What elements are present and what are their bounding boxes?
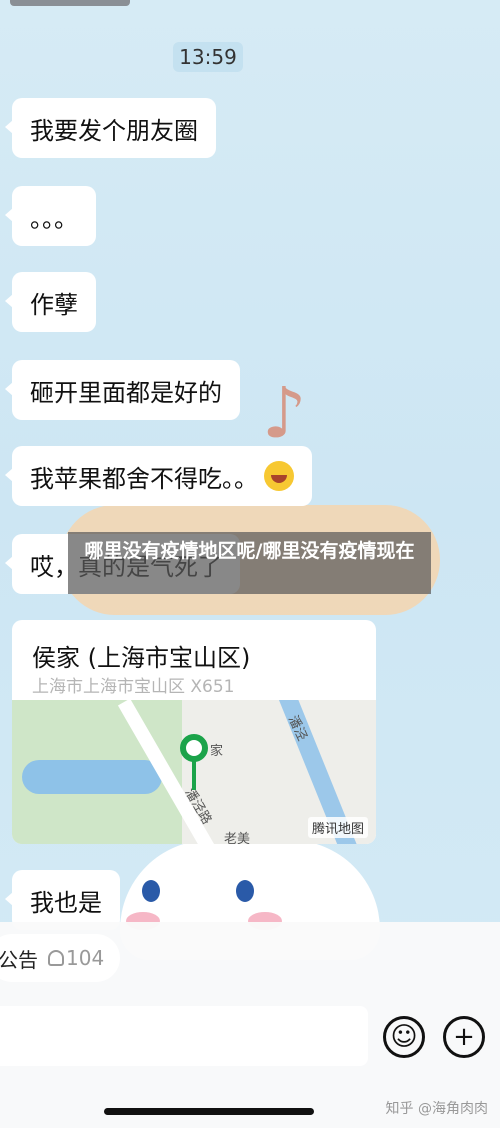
- laughing-face-icon: [264, 461, 294, 491]
- map-provider-logo: 腾讯地图: [307, 817, 368, 838]
- message-timestamp: 13:59: [173, 42, 243, 72]
- location-message-card[interactable]: 侯家 (上海市宝山区) 上海市上海市宝山区 X651 家 潘泾路 潘泾 老美 腾…: [12, 620, 376, 844]
- mascot-eye: [236, 880, 254, 902]
- emoji-button[interactable]: ☺: [383, 1016, 425, 1058]
- map-bottom-label: 老美: [224, 832, 251, 844]
- member-count-value: 104: [66, 946, 105, 970]
- map-preview[interactable]: 家 潘泾路 潘泾 老美 腾讯地图: [12, 700, 376, 844]
- member-count: 104: [48, 946, 104, 970]
- image-message-thumbnail[interactable]: [10, 0, 130, 6]
- wallpaper-music-note: ♪: [262, 372, 307, 454]
- chat-bubble-text: 。。。: [30, 204, 78, 233]
- group-notice-button[interactable]: 公告 104: [0, 934, 120, 982]
- chat-bubble-text: 我苹果都舍不得吃。。: [30, 464, 258, 493]
- location-address: 上海市上海市宝山区 X651: [32, 677, 235, 697]
- article-title-banner: 哪里没有疫情地区呢/哪里没有疫情现在: [68, 532, 431, 594]
- chat-bubble[interactable]: 我也是: [5, 870, 120, 930]
- grinning-face-icon: ☺: [390, 1022, 418, 1052]
- chat-bubble-text: 我也是: [30, 888, 102, 917]
- chat-input-bar: 公告 104 ☺ + 知乎 @海角肉肉: [0, 922, 500, 1128]
- chat-bubble[interactable]: 。。。: [5, 186, 96, 246]
- location-title: 侯家 (上海市宝山区): [32, 644, 251, 672]
- chat-bubble[interactable]: 砸开里面都是好的: [5, 360, 240, 420]
- map-pin-stem: [192, 760, 196, 790]
- home-indicator[interactable]: [104, 1108, 314, 1115]
- chat-bubble[interactable]: 我要发个朋友圈: [5, 98, 216, 158]
- person-icon: [48, 950, 64, 966]
- chat-bubble[interactable]: 我苹果都舍不得吃。。: [5, 446, 312, 506]
- plus-icon: +: [453, 1022, 475, 1052]
- mascot-eye: [142, 880, 160, 902]
- chat-bubble-text: 作孽: [30, 290, 78, 319]
- notice-label: 公告: [0, 947, 38, 972]
- chat-bubble[interactable]: 作孽: [5, 272, 96, 332]
- more-options-button[interactable]: +: [443, 1016, 485, 1058]
- chat-bubble-text: 我要发个朋友圈: [30, 116, 198, 145]
- map-pin-icon: [180, 734, 208, 762]
- map-place-label: 家: [210, 744, 224, 759]
- map-water-area: [22, 760, 162, 794]
- source-watermark: 知乎 @海角肉肉: [385, 1101, 488, 1117]
- chat-screen: ♪ 13:59 我要发个朋友圈 。。。 作孽 砸开里面都是好的 我苹果都舍不得吃…: [0, 0, 500, 1128]
- chat-bubble-text: 砸开里面都是好的: [30, 378, 222, 407]
- message-input[interactable]: [0, 1006, 368, 1066]
